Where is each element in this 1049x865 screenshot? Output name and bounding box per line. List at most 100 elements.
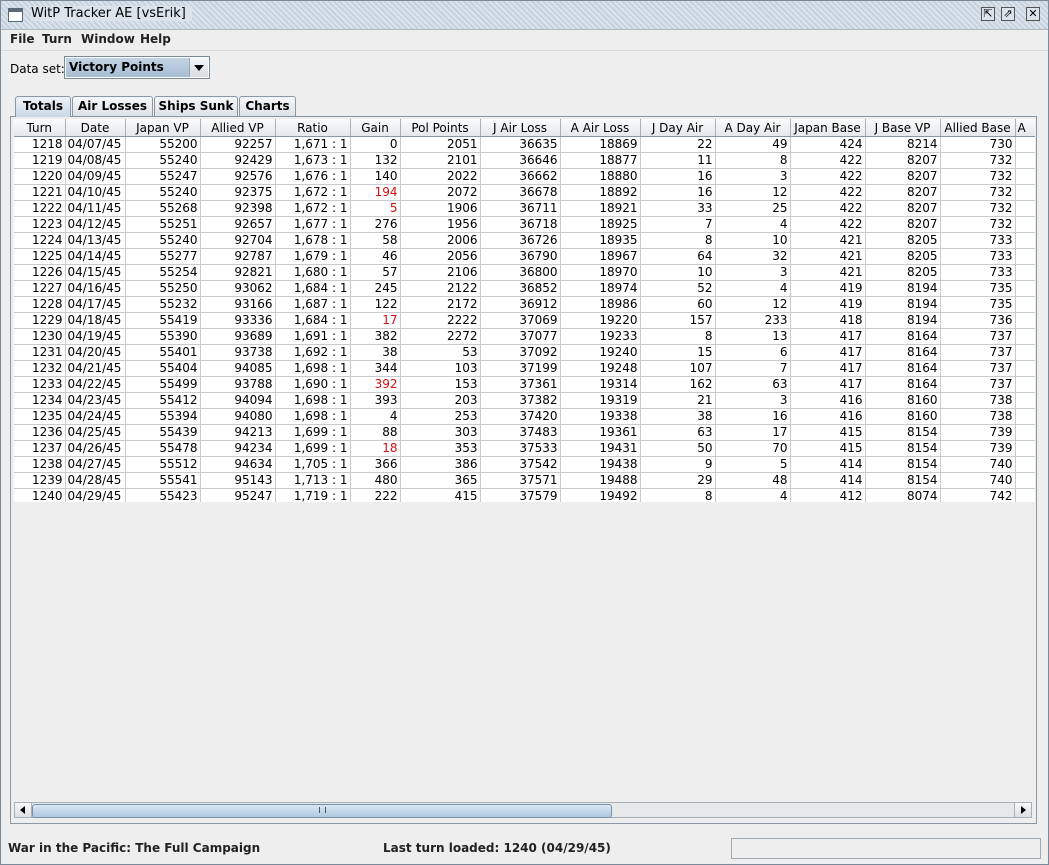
table-cell: 8074 — [865, 488, 941, 502]
table-cell: 55390 — [125, 328, 201, 345]
table-cell: 36800 — [480, 264, 561, 281]
table-row[interactable]: 1232 04/21/45 55404 94085 1,698 : 1 344 103 371… — [14, 360, 1035, 377]
scrollbar-thumb[interactable] — [32, 804, 612, 818]
table-row[interactable]: 1238 04/27/45 55512 94634 1,705 : 1 366 386 375… — [14, 456, 1035, 473]
table-cell: 739 — [940, 424, 1016, 441]
totals-table-viewport[interactable]: Turn Date Japan VP Allied VP Ratio Gain Pol Po… — [14, 119, 1035, 502]
table-row[interactable]: 1237 04/26/45 55478 94234 1,699 : 1 18 353 3753… — [14, 440, 1035, 457]
table-cell: 2056 — [400, 248, 481, 265]
table-cell: 04/25/45 — [65, 424, 126, 441]
table-cell: 70 — [715, 440, 791, 457]
column-header[interactable]: Japan VP — [125, 119, 201, 137]
tab-totals[interactable]: Totals — [15, 96, 71, 117]
tab-air-losses[interactable]: Air Losses — [72, 96, 153, 116]
table-cell: 8194 — [865, 296, 941, 313]
table-cell — [1015, 408, 1035, 425]
dataset-select-value[interactable]: Victory Points — [66, 58, 189, 77]
table-cell: 04/21/45 — [65, 360, 126, 377]
table-row[interactable]: 1221 04/10/45 55240 92375 1,672 : 1 194 2072 36… — [14, 184, 1035, 201]
table-cell: 2022 — [400, 168, 481, 185]
scroll-left-icon[interactable] — [15, 803, 32, 817]
table-cell: 1240 — [14, 488, 66, 502]
table-row[interactable]: 1236 04/25/45 55439 94213 1,699 : 1 88 303 3748… — [14, 424, 1035, 441]
table-cell: 55478 — [125, 440, 201, 457]
close-icon[interactable]: ✕ — [1026, 7, 1040, 21]
table-cell: 18921 — [560, 200, 641, 217]
table-row[interactable]: 1233 04/22/45 55499 93788 1,690 : 1 392 153 373… — [14, 376, 1035, 393]
table-cell: 732 — [940, 168, 1016, 185]
table-cell: 8 — [715, 152, 791, 169]
table-row[interactable]: 1222 04/11/45 55268 92398 1,672 : 1 5 1906 3671… — [14, 200, 1035, 217]
table-row[interactable]: 1225 04/14/45 55277 92787 1,679 : 1 46 2056 367… — [14, 248, 1035, 265]
column-header[interactable]: Gain — [350, 119, 401, 137]
table-cell — [1015, 280, 1035, 297]
totals-table: Turn Date Japan VP Allied VP Ratio Gain Pol Po… — [14, 119, 1035, 502]
tab-ships-sunk[interactable]: Ships Sunk — [154, 96, 238, 116]
table-row[interactable]: 1227 04/16/45 55250 93062 1,684 : 1 245 2122 36… — [14, 280, 1035, 297]
table-row[interactable]: 1239 04/28/45 55541 95143 1,713 : 1 480 365 375… — [14, 472, 1035, 489]
scroll-right-icon[interactable] — [1014, 803, 1031, 817]
table-cell: 417 — [790, 376, 866, 393]
column-header[interactable]: Japan Base — [790, 119, 866, 137]
table-row[interactable]: 1219 04/08/45 55240 92429 1,673 : 1 132 2101 36… — [14, 152, 1035, 169]
menu-file[interactable]: File — [10, 32, 35, 46]
column-header[interactable]: Allied Base — [940, 119, 1016, 137]
chevron-down-icon[interactable] — [189, 58, 208, 77]
column-header[interactable]: J Day Air — [640, 119, 716, 137]
table-row[interactable]: 1224 04/13/45 55240 92704 1,678 : 1 58 2006 367… — [14, 232, 1035, 249]
menu-turn[interactable]: Turn — [42, 32, 72, 46]
table-cell: 92257 — [200, 136, 276, 153]
column-header[interactable]: J Air Loss — [480, 119, 561, 137]
table-cell: 55232 — [125, 296, 201, 313]
table-row[interactable]: 1240 04/29/45 55423 95247 1,719 : 1 222 415 375… — [14, 488, 1035, 502]
table-cell: 1,719 : 1 — [275, 488, 351, 502]
column-header[interactable]: Turn — [14, 119, 66, 137]
table-row[interactable]: 1234 04/23/45 55412 94094 1,698 : 1 393 203 373… — [14, 392, 1035, 409]
table-cell: 33 — [640, 200, 716, 217]
app-window: WitP Tracker AE [vsErik] ⇱ ⇗ ✕ File Turn… — [0, 0, 1049, 865]
table-cell: 1227 — [14, 280, 66, 297]
maximize-icon[interactable]: ⇗ — [1001, 7, 1015, 21]
table-row[interactable]: 1229 04/18/45 55419 93336 1,684 : 1 17 2222 370… — [14, 312, 1035, 329]
table-cell: 8 — [640, 328, 716, 345]
horizontal-scrollbar[interactable] — [14, 802, 1032, 818]
table-cell: 19240 — [560, 344, 641, 361]
table-cell: 04/16/45 — [65, 280, 126, 297]
table-row[interactable]: 1220 04/09/45 55247 92576 1,676 : 1 140 2022 36… — [14, 168, 1035, 185]
table-cell: 1219 — [14, 152, 66, 169]
column-header[interactable]: A — [1015, 119, 1035, 137]
restore-icon[interactable]: ⇱ — [981, 7, 995, 21]
table-row[interactable]: 1228 04/17/45 55232 93166 1,687 : 1 122 2172 36… — [14, 296, 1035, 313]
table-cell: 36852 — [480, 280, 561, 297]
table-cell: 1228 — [14, 296, 66, 313]
table-row[interactable]: 1230 04/19/45 55390 93689 1,691 : 1 382 2272 37… — [14, 328, 1035, 345]
table-cell: 132 — [350, 152, 401, 169]
table-row[interactable]: 1226 04/15/45 55254 92821 1,680 : 1 57 2106 368… — [14, 264, 1035, 281]
table-row[interactable]: 1218 04/07/45 55200 92257 1,671 : 1 0 2051 3663… — [14, 136, 1035, 153]
table-cell: 55419 — [125, 312, 201, 329]
tab-charts[interactable]: Charts — [239, 96, 296, 116]
table-cell: 3 — [715, 264, 791, 281]
title-bar[interactable]: WitP Tracker AE [vsErik] ⇱ ⇗ ✕ — [1, 1, 1048, 30]
table-row[interactable]: 1231 04/20/45 55401 93738 1,692 : 1 38 53 37092… — [14, 344, 1035, 361]
dataset-select[interactable]: Victory Points — [64, 56, 210, 79]
column-header[interactable]: A Day Air — [715, 119, 791, 137]
table-cell: 36635 — [480, 136, 561, 153]
menu-help[interactable]: Help — [140, 32, 171, 46]
table-cell: 732 — [940, 184, 1016, 201]
column-header[interactable]: A Air Loss — [560, 119, 641, 137]
table-row[interactable]: 1223 04/12/45 55251 92657 1,677 : 1 276 1956 36… — [14, 216, 1035, 233]
table-cell: 38 — [640, 408, 716, 425]
column-header[interactable]: Date — [65, 119, 126, 137]
table-cell: 303 — [400, 424, 481, 441]
table-cell: 737 — [940, 344, 1016, 361]
column-header[interactable]: J Base VP — [865, 119, 941, 137]
column-header[interactable]: Allied VP — [200, 119, 276, 137]
table-cell: 3 — [715, 168, 791, 185]
table-cell: 04/22/45 — [65, 376, 126, 393]
table-cell: 4 — [715, 280, 791, 297]
column-header[interactable]: Pol Points — [400, 119, 481, 137]
table-row[interactable]: 1235 04/24/45 55394 94080 1,698 : 1 4 253 37420… — [14, 408, 1035, 425]
column-header[interactable]: Ratio — [275, 119, 351, 137]
menu-window[interactable]: Window — [81, 32, 135, 46]
